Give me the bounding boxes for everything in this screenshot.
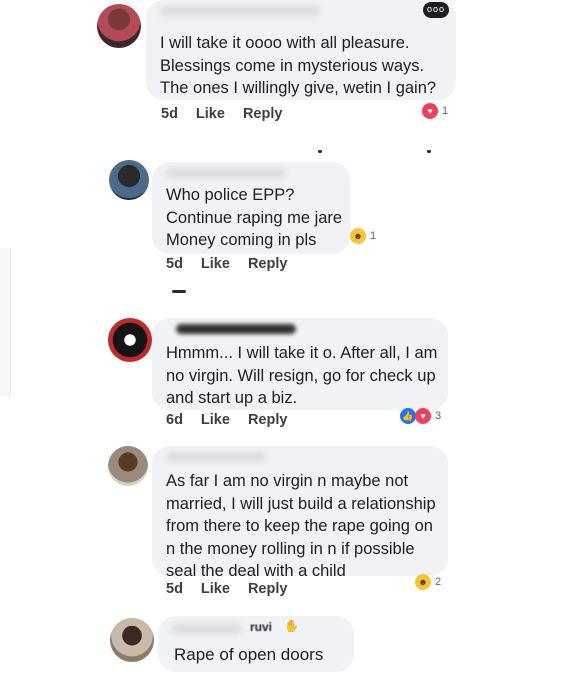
comment-actions: 5d Like Reply — [161, 106, 282, 122]
redacted-name — [160, 6, 320, 16]
love-icon: ♥ — [422, 103, 438, 119]
comment-bubble: As far I am no virgin n maybe not marrie… — [152, 446, 448, 580]
comment-actions: 5d Like Reply — [166, 581, 287, 597]
redacted-name — [166, 452, 266, 462]
comment-bubble: Hmmm... I will take it o. After all, I a… — [152, 318, 448, 410]
redacted-name — [172, 624, 242, 634]
reaction-count: 2 — [435, 576, 442, 588]
comment-bubble: I will take it oooo with all pleasure. B… — [146, 0, 456, 100]
comment-text: I will take it oooo with all pleasure. B… — [160, 34, 437, 97]
redacted-name — [176, 324, 296, 334]
redacted-name — [166, 168, 286, 178]
haha-icon: ☻ — [350, 228, 366, 244]
avatar[interactable] — [109, 160, 149, 200]
separator-mark — [318, 150, 322, 153]
comment-text: As far I am no virgin n maybe not marrie… — [166, 472, 436, 580]
comment-text: Rape of open doors — [174, 645, 324, 664]
like-icon: 👍 — [400, 408, 416, 424]
comment-text: Who police EPP? Continue raping me jare … — [166, 186, 343, 249]
reply-button[interactable]: Reply — [248, 412, 288, 428]
separator-mark — [172, 290, 186, 293]
reaction-summary[interactable]: ♥ 1 — [422, 103, 448, 119]
comment-timestamp[interactable]: 6d — [166, 412, 183, 428]
reaction-count: 3 — [435, 410, 442, 422]
comment-timestamp[interactable]: 5d — [166, 581, 183, 597]
haha-icon: ☻ — [415, 574, 431, 590]
like-button[interactable]: Like — [201, 412, 230, 428]
page-edge-strip — [0, 248, 11, 396]
reply-button[interactable]: Reply — [248, 581, 288, 597]
comment-bubble: ruvi ✋ Rape of open doors — [158, 616, 354, 672]
comment-timestamp[interactable]: 5d — [166, 256, 183, 272]
like-button[interactable]: Like — [201, 581, 230, 597]
comment-actions: 6d Like Reply — [166, 412, 287, 428]
reaction-summary[interactable]: 👍 ♥ 3 — [400, 408, 441, 424]
reply-button[interactable]: Reply — [248, 256, 288, 272]
reaction-summary[interactable]: ☻ 2 — [415, 574, 441, 590]
comment-timestamp[interactable]: 5d — [161, 106, 178, 122]
reaction-summary[interactable]: ☻ 1 — [350, 228, 376, 244]
like-button[interactable]: Like — [201, 256, 230, 272]
love-icon: ♥ — [415, 408, 431, 424]
reaction-count: 1 — [442, 105, 449, 117]
comment-actions: 5d Like Reply — [166, 256, 287, 272]
avatar[interactable] — [110, 618, 154, 662]
reply-button[interactable]: Reply — [243, 106, 283, 122]
like-button[interactable]: Like — [196, 106, 225, 122]
comment-bubble: Who police EPP? Continue raping me jare … — [152, 162, 350, 254]
separator-mark — [427, 150, 431, 153]
name-fragment: ruvi — [250, 620, 273, 634]
reaction-count: 1 — [370, 230, 377, 242]
avatar[interactable] — [108, 318, 152, 362]
avatar[interactable] — [97, 4, 141, 48]
comment-text: Hmmm... I will take it o. After all, I a… — [166, 344, 438, 407]
avatar[interactable] — [108, 446, 148, 486]
more-options-icon[interactable]: ooo — [423, 2, 449, 18]
wave-icon: ✋ — [284, 619, 299, 633]
